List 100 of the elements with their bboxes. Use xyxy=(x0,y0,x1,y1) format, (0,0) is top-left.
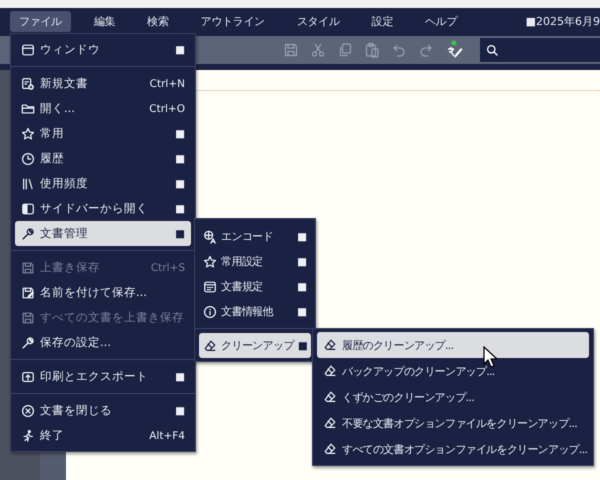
clock-icon xyxy=(21,152,35,166)
running-figure-icon xyxy=(21,428,35,442)
save-icon[interactable] xyxy=(283,42,299,58)
cut-icon[interactable] xyxy=(310,42,326,58)
menu-item-label: 不要な文書オプションファイルをクリーンアップ... xyxy=(342,416,577,430)
eraser-icon xyxy=(323,416,337,430)
menu-item-label: サイドバーから開く xyxy=(40,201,148,216)
menu-item-label: 開く... xyxy=(40,101,75,116)
menu-bar-item[interactable]: スタイル xyxy=(288,10,349,32)
menu-item[interactable]: 常用 ■ xyxy=(15,121,191,146)
menu-item-shortcut: ■ xyxy=(175,178,185,190)
menu-item-shortcut: ■ xyxy=(175,152,185,164)
export-icon xyxy=(21,370,35,384)
menu-item-shortcut: Alt+F4 xyxy=(149,430,185,442)
menu-item[interactable]: 履歴 ■ xyxy=(15,146,191,171)
star-icon xyxy=(203,254,217,268)
menu-item-label: 文書規定 xyxy=(221,279,263,294)
menu-bar-item[interactable]: ヘルプ xyxy=(416,10,466,32)
menu-item-label: 使用頻度 xyxy=(40,176,88,191)
menu-item[interactable]: 終了 Alt+F4 xyxy=(15,423,191,448)
menu-item[interactable]: 文書情報他 ■ xyxy=(199,299,311,324)
menu-item-label: 印刷とエクスポート xyxy=(40,369,148,384)
star-icon xyxy=(21,126,35,140)
save-icon xyxy=(21,310,35,324)
menu-item[interactable]: 開く... Ctrl+O xyxy=(15,96,191,121)
save-as-icon xyxy=(21,286,35,300)
menu-bar-item[interactable]: 検索 xyxy=(138,10,178,32)
menu-item[interactable]: 文書を閉じる ■ xyxy=(15,398,191,423)
menu-item[interactable]: 新規文書 Ctrl+N xyxy=(15,71,191,96)
close-icon xyxy=(21,404,35,418)
menu-item-shortcut: ■ xyxy=(297,280,307,292)
menu-item-label: クリーンアップ xyxy=(221,338,294,353)
menu-item[interactable]: エンコード ■ xyxy=(199,224,311,249)
menu-item[interactable]: ウィンドウ ■ xyxy=(15,37,191,62)
menu-item[interactable]: 文書規定 ■ xyxy=(199,274,311,299)
menu-item-label: 文書情報他 xyxy=(221,304,274,319)
menu-item-shortcut: ■ xyxy=(175,44,185,56)
menu-item[interactable]: くずかごのクリーンアップ... xyxy=(317,384,589,410)
eraser-icon xyxy=(323,390,337,404)
books-icon xyxy=(21,176,35,190)
window-icon xyxy=(21,42,35,56)
menu-item-shortcut: ■ xyxy=(175,370,185,382)
menu-item-shortcut: ■ xyxy=(297,306,307,318)
menu-item[interactable]: クリーンアップ ■ xyxy=(199,333,311,358)
eraser-icon xyxy=(323,338,337,352)
menu-item-label: 保存の設定... xyxy=(40,335,111,350)
menu-item-label: すべての文書オプションファイルをクリーンアップ... xyxy=(342,442,588,456)
menu-item[interactable]: 不要な文書オプションファイルをクリーンアップ... xyxy=(317,410,589,436)
save-icon xyxy=(21,260,35,274)
sidebar-icon xyxy=(21,202,35,216)
menu-item-label: エンコード xyxy=(221,229,274,244)
menu-item-label: くずかごのクリーンアップ... xyxy=(342,390,474,404)
menu-item-label: 常用設定 xyxy=(221,254,263,269)
eraser-icon xyxy=(323,442,337,456)
menu-item[interactable]: 履歴のクリーンアップ... xyxy=(317,332,589,358)
menu-item-shortcut: ■ xyxy=(297,230,307,242)
menu-item-label: 上書き保存 xyxy=(40,260,100,275)
menu-item[interactable]: 印刷とエクスポート ■ xyxy=(15,364,191,389)
menu-item-shortcut: ■ xyxy=(298,340,308,352)
search-icon xyxy=(486,44,499,56)
copy-icon[interactable] xyxy=(337,42,353,58)
menu-item-label: ウィンドウ xyxy=(40,42,100,57)
eraser-icon xyxy=(323,364,337,378)
menu-item-label: 新規文書 xyxy=(40,76,88,91)
menu-item[interactable]: 保存の設定... xyxy=(15,330,191,355)
menu-bar-item[interactable]: アウトライン xyxy=(192,10,274,32)
menu-item[interactable]: 名前を付けて保存... xyxy=(15,280,191,305)
eraser-icon xyxy=(203,338,217,352)
redo-icon[interactable] xyxy=(418,42,434,58)
calendar-icon xyxy=(203,280,217,294)
menu-item-shortcut: ■ xyxy=(175,404,185,416)
menu-item[interactable]: 常用設定 ■ xyxy=(199,249,311,274)
menu-item-label: 文書管理 xyxy=(40,226,88,241)
menu-item-shortcut: Ctrl+S xyxy=(150,262,185,274)
globe-text-icon xyxy=(203,230,217,244)
menu-item[interactable]: すべての文書オプションファイルをクリーンアップ... xyxy=(317,436,589,462)
menu-item-label: 常用 xyxy=(40,126,64,141)
menu-item-label: すべての文書を上書き保存 xyxy=(40,310,184,325)
menu-item[interactable]: 使用頻度 ■ xyxy=(15,171,191,196)
menu-bar-item[interactable]: 編集 xyxy=(84,10,124,32)
menu-item[interactable]: サイドバーから開く ■ xyxy=(15,196,191,221)
menu-item-shortcut: Ctrl+O xyxy=(149,102,185,114)
menu-item[interactable]: 文書管理 ■ xyxy=(15,221,191,246)
menu-bar-item[interactable]: 設定 xyxy=(362,10,402,32)
menu-item-shortcut: ■ xyxy=(175,228,185,240)
menu-item-shortcut: ■ xyxy=(175,202,185,214)
menu-item-label: 履歴のクリーンアップ... xyxy=(342,338,454,352)
menu-item[interactable]: バックアップのクリーンアップ... xyxy=(317,358,589,384)
menu-item-label: 履歴 xyxy=(40,151,64,166)
menu-item-label: 文書を閉じる xyxy=(40,403,112,418)
menu-item-shortcut: ■ xyxy=(297,256,307,268)
undo-icon[interactable] xyxy=(391,42,407,58)
menu-bar-item[interactable]: ファイル xyxy=(10,10,71,32)
menu-item-label: バックアップのクリーンアップ... xyxy=(342,364,495,378)
search-field[interactable] xyxy=(480,38,600,62)
menu-item-shortcut: Ctrl+N xyxy=(150,78,185,90)
menu-item-shortcut: ■ xyxy=(175,128,185,140)
paste-icon[interactable] xyxy=(364,42,380,58)
menu-item-label: 終了 xyxy=(40,428,64,443)
pen-icon[interactable] xyxy=(445,40,463,60)
